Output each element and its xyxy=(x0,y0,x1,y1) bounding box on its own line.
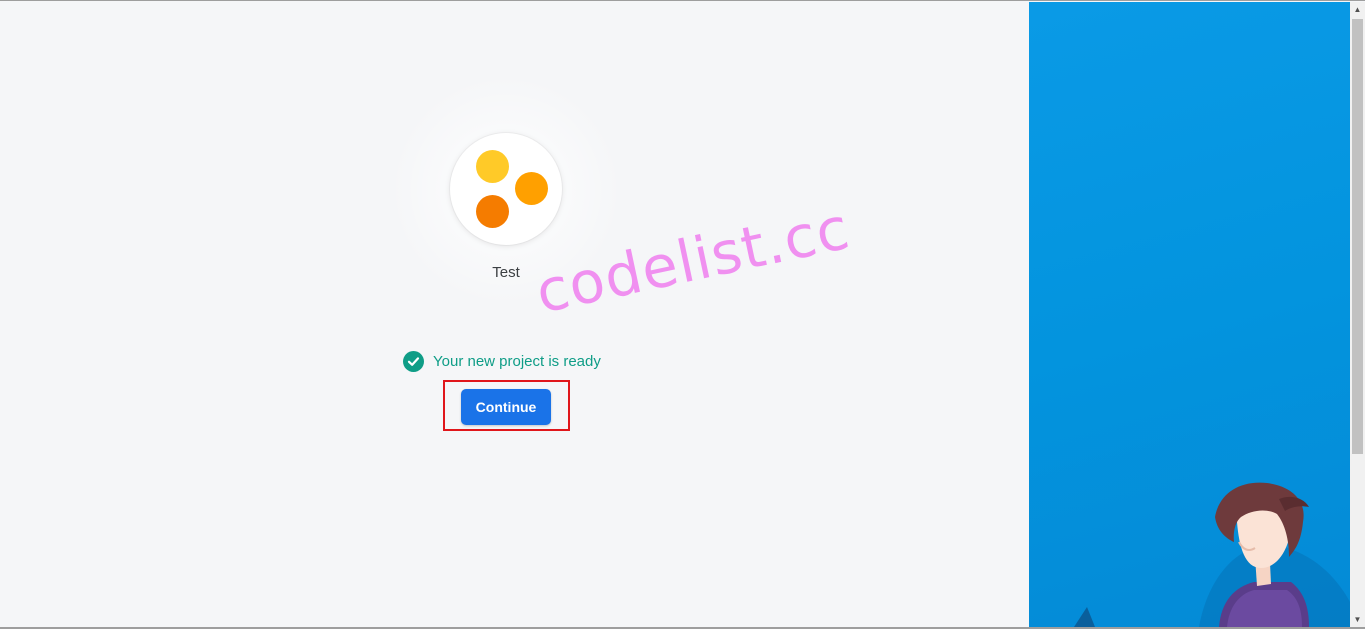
status-message: Your new project is ready xyxy=(433,352,601,370)
check-circle-icon xyxy=(403,350,424,372)
continue-button[interactable]: Continue xyxy=(461,389,551,425)
scroll-down-arrow-icon[interactable]: ▼ xyxy=(1350,612,1365,627)
vertical-scrollbar[interactable]: ▲ ▼ xyxy=(1350,2,1365,627)
window-frame: Test Your new project is ready Continue … xyxy=(0,0,1365,629)
main-content: Test Your new project is ready Continue … xyxy=(0,2,1029,627)
logo-dot-orange xyxy=(476,195,509,228)
logo-dot-yellow xyxy=(476,150,509,183)
scroll-thumb[interactable] xyxy=(1352,19,1363,454)
scroll-up-arrow-icon[interactable]: ▲ xyxy=(1350,2,1365,17)
illustration xyxy=(1074,482,1350,627)
project-status: Your new project is ready xyxy=(403,350,601,372)
project-name: Test xyxy=(492,264,520,281)
project-logo xyxy=(450,133,562,245)
logo-dot-amber xyxy=(515,172,548,205)
side-illustration-panel xyxy=(1029,2,1350,627)
